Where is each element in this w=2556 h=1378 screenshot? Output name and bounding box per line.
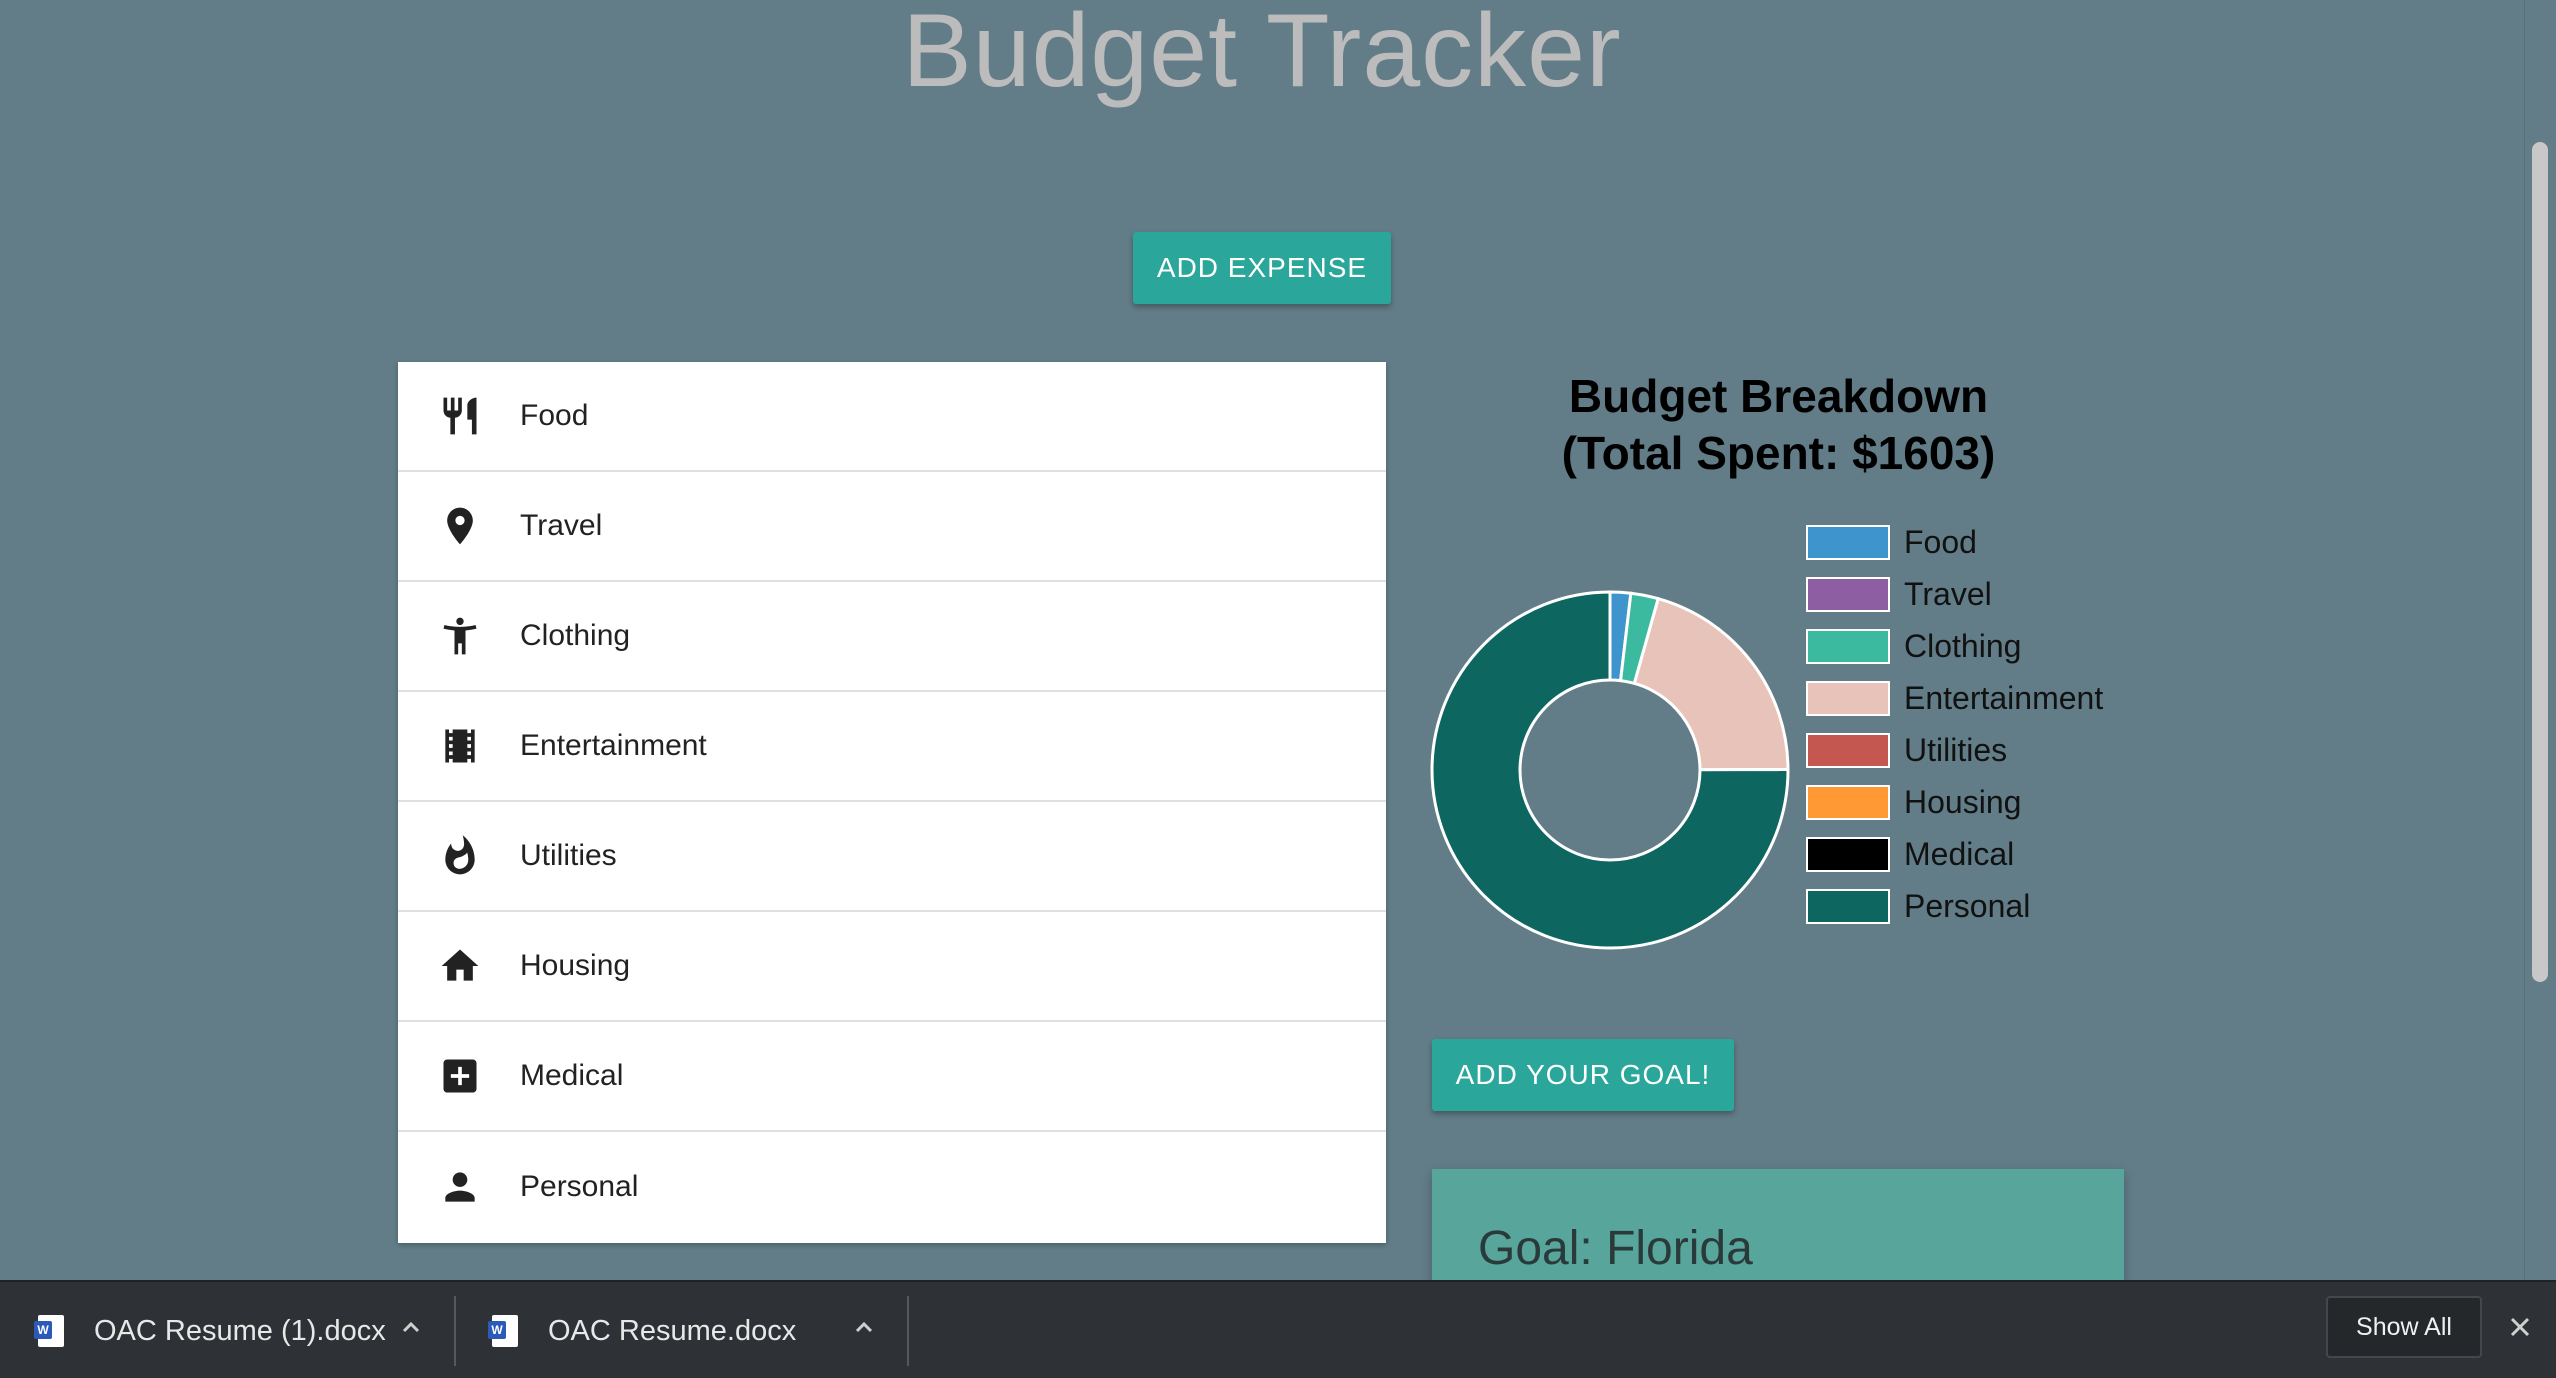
page-title: Budget Tracker	[902, 0, 1622, 109]
chart-legend: Food Travel Clothing Entertainment Utilities…	[1806, 516, 2103, 932]
legend-label: Housing	[1904, 783, 2022, 820]
chart-title-line2: (Total Spent: $1603)	[1561, 427, 1996, 479]
legend-swatch	[1806, 888, 1890, 924]
category-label: Housing	[520, 949, 631, 982]
legend-item-housing[interactable]: Housing	[1806, 776, 2103, 828]
category-label: Utilities	[520, 839, 617, 872]
legend-item-entertainment[interactable]: Entertainment	[1806, 672, 2103, 724]
download-bar: OAC Resume (1).docx OAC Resume.docx	[0, 1280, 2556, 1378]
legend-swatch	[1806, 680, 1890, 716]
category-item-travel[interactable]: Travel	[398, 472, 1386, 582]
category-item-housing[interactable]: Housing	[398, 912, 1386, 1022]
word-document-icon	[34, 1315, 64, 1347]
category-label: Personal	[520, 1170, 639, 1203]
category-label: Medical	[520, 1059, 624, 1092]
person-standing-icon	[438, 614, 482, 658]
legend-item-personal[interactable]: Personal	[1806, 880, 2103, 932]
chevron-up-icon[interactable]	[396, 1312, 426, 1342]
donut-chart[interactable]	[1430, 590, 1790, 950]
category-label: Food	[520, 399, 589, 432]
legend-label: Travel	[1904, 575, 1992, 612]
medical-cross-icon	[438, 1054, 482, 1098]
show-all-button[interactable]: Show All	[2326, 1296, 2482, 1358]
download-item[interactable]: OAC Resume.docx	[488, 1282, 797, 1378]
legend-label: Clothing	[1904, 627, 2022, 664]
download-separator	[907, 1296, 909, 1366]
download-filename: OAC Resume (1).docx	[94, 1314, 386, 1347]
flame-icon	[438, 834, 482, 878]
home-icon	[438, 944, 482, 988]
category-label: Entertainment	[520, 729, 707, 762]
legend-swatch	[1806, 732, 1890, 768]
legend-item-food[interactable]: Food	[1806, 516, 2103, 568]
chart-title: Budget Breakdown (Total Spent: $1603)	[1430, 368, 2127, 482]
word-document-icon	[488, 1315, 518, 1347]
download-filename: OAC Resume.docx	[548, 1314, 797, 1347]
category-item-entertainment[interactable]: Entertainment	[398, 692, 1386, 802]
donut-slice-entertainment[interactable]	[1632, 596, 1790, 772]
category-item-personal[interactable]: Personal	[398, 1132, 1386, 1242]
legend-label: Utilities	[1904, 731, 2008, 768]
legend-swatch	[1806, 524, 1890, 560]
category-item-medical[interactable]: Medical	[398, 1022, 1386, 1132]
chart-title-line1: Budget Breakdown	[1568, 370, 1989, 422]
category-item-food[interactable]: Food	[398, 362, 1386, 472]
category-list: Food Travel Clothing Entertainment Utili…	[398, 362, 1386, 1243]
legend-item-medical[interactable]: Medical	[1806, 828, 2103, 880]
legend-swatch	[1806, 628, 1890, 664]
category-item-clothing[interactable]: Clothing	[398, 582, 1386, 692]
close-icon[interactable]	[2505, 1312, 2535, 1342]
category-label: Clothing	[520, 619, 631, 652]
scrollbar-thumb[interactable]	[2532, 142, 2548, 982]
legend-swatch	[1806, 836, 1890, 872]
legend-label: Food	[1904, 523, 1977, 560]
download-separator	[454, 1296, 456, 1366]
add-expense-button[interactable]: ADD EXPENSE	[1133, 232, 1391, 304]
download-item[interactable]: OAC Resume (1).docx	[34, 1282, 386, 1378]
legend-item-utilities[interactable]: Utilities	[1806, 724, 2103, 776]
goal-card: Goal: Florida	[1432, 1169, 2124, 1289]
person-icon	[438, 1165, 482, 1209]
location-pin-icon	[438, 504, 482, 548]
add-goal-button[interactable]: ADD YOUR GOAL!	[1432, 1039, 1734, 1111]
fork-knife-icon	[438, 394, 482, 438]
category-item-utilities[interactable]: Utilities	[398, 802, 1386, 912]
chevron-up-icon[interactable]	[849, 1312, 879, 1342]
legend-swatch	[1806, 784, 1890, 820]
legend-label: Personal	[1904, 887, 2031, 924]
category-label: Travel	[520, 509, 603, 542]
legend-label: Entertainment	[1904, 679, 2104, 716]
legend-label: Medical	[1904, 835, 2015, 872]
goal-text: Goal: Florida	[1478, 1222, 1753, 1275]
legend-swatch	[1806, 576, 1890, 612]
film-icon	[438, 724, 482, 768]
legend-item-clothing[interactable]: Clothing	[1806, 620, 2103, 672]
legend-item-travel[interactable]: Travel	[1806, 568, 2103, 620]
